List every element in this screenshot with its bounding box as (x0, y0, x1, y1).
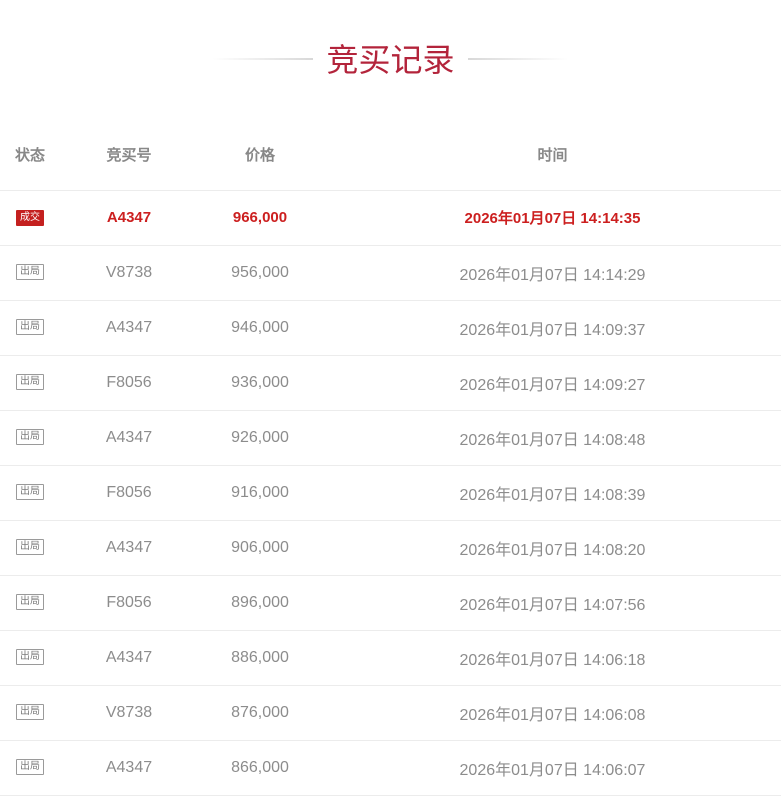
bid-price: 966,000 (196, 190, 324, 246)
bid-time: 2026年01月07日 14:09:37 (324, 300, 781, 356)
bid-price: 906,000 (196, 520, 324, 576)
column-header-price: 价格 (196, 120, 324, 191)
bid-time: 2026年01月07日 14:06:08 (324, 685, 781, 741)
bid-number: A4347 (62, 410, 196, 466)
table-row: 出局 F8056 916,000 2026年01月07日 14:08:39 (0, 465, 781, 521)
status-badge: 出局 (16, 539, 44, 556)
bid-time: 2026年01月07日 14:08:48 (324, 410, 781, 466)
bid-time: 2026年01月07日 14:14:35 (324, 190, 781, 246)
column-header-status: 状态 (0, 120, 62, 191)
bid-time: 2026年01月07日 14:07:56 (324, 575, 781, 631)
bid-number: A4347 (62, 190, 196, 246)
bid-price: 936,000 (196, 355, 324, 411)
bid-time: 2026年01月07日 14:08:39 (324, 465, 781, 521)
status-badge: 出局 (16, 704, 44, 721)
bid-time: 2026年01月07日 14:06:18 (324, 630, 781, 686)
status-badge: 出局 (16, 264, 44, 281)
bid-price: 886,000 (196, 630, 324, 686)
status-badge: 出局 (16, 319, 44, 336)
status-badge: 出局 (16, 374, 44, 391)
table-row: 出局 A4347 906,000 2026年01月07日 14:08:20 (0, 520, 781, 576)
bid-price: 926,000 (196, 410, 324, 466)
bid-price: 876,000 (196, 685, 324, 741)
status-badge: 出局 (16, 484, 44, 501)
bid-price: 896,000 (196, 575, 324, 631)
status-badge: 成交 (16, 210, 44, 227)
bid-time: 2026年01月07日 14:09:27 (324, 355, 781, 411)
column-header-number: 竞买号 (62, 120, 196, 191)
table-row: 出局 F8056 936,000 2026年01月07日 14:09:27 (0, 355, 781, 411)
table-row: 出局 F8056 896,000 2026年01月07日 14:07:56 (0, 575, 781, 631)
section-header: 竞买记录 (0, 0, 781, 120)
table-row: 出局 A4347 946,000 2026年01月07日 14:09:37 (0, 300, 781, 356)
table-row: 出局 A4347 886,000 2026年01月07日 14:06:18 (0, 630, 781, 686)
bid-number: V8738 (62, 685, 196, 741)
bid-number: V8738 (62, 245, 196, 301)
bid-time: 2026年01月07日 14:08:20 (324, 520, 781, 576)
table-row: 出局 A4347 926,000 2026年01月07日 14:08:48 (0, 410, 781, 466)
table-header-row: 状态 竞买号 价格 时间 (0, 120, 781, 191)
table-row: 出局 V8738 956,000 2026年01月07日 14:14:29 (0, 245, 781, 301)
bid-number: F8056 (62, 575, 196, 631)
table-body: 成交 A4347 966,000 2026年01月07日 14:14:35 出局… (0, 190, 781, 796)
bid-price: 946,000 (196, 300, 324, 356)
table-row: 出局 V8738 876,000 2026年01月07日 14:06:08 (0, 685, 781, 741)
status-badge: 出局 (16, 429, 44, 446)
bid-time: 2026年01月07日 14:14:29 (324, 245, 781, 301)
bid-price: 916,000 (196, 465, 324, 521)
column-header-time: 时间 (324, 120, 781, 191)
status-badge: 出局 (16, 759, 44, 776)
status-badge: 出局 (16, 649, 44, 666)
bid-number: A4347 (62, 300, 196, 356)
page-title: 竞买记录 (326, 41, 455, 79)
bid-number: A4347 (62, 520, 196, 576)
title-divider-right (468, 58, 568, 60)
bid-number: F8056 (62, 465, 196, 521)
table-row: 成交 A4347 966,000 2026年01月07日 14:14:35 (0, 190, 781, 246)
status-badge: 出局 (16, 594, 44, 611)
bid-records-table: 状态 竞买号 价格 时间 成交 A4347 966,000 2026年01月07… (0, 120, 781, 796)
bid-price: 956,000 (196, 245, 324, 301)
bid-number: F8056 (62, 355, 196, 411)
bid-number: A4347 (62, 630, 196, 686)
